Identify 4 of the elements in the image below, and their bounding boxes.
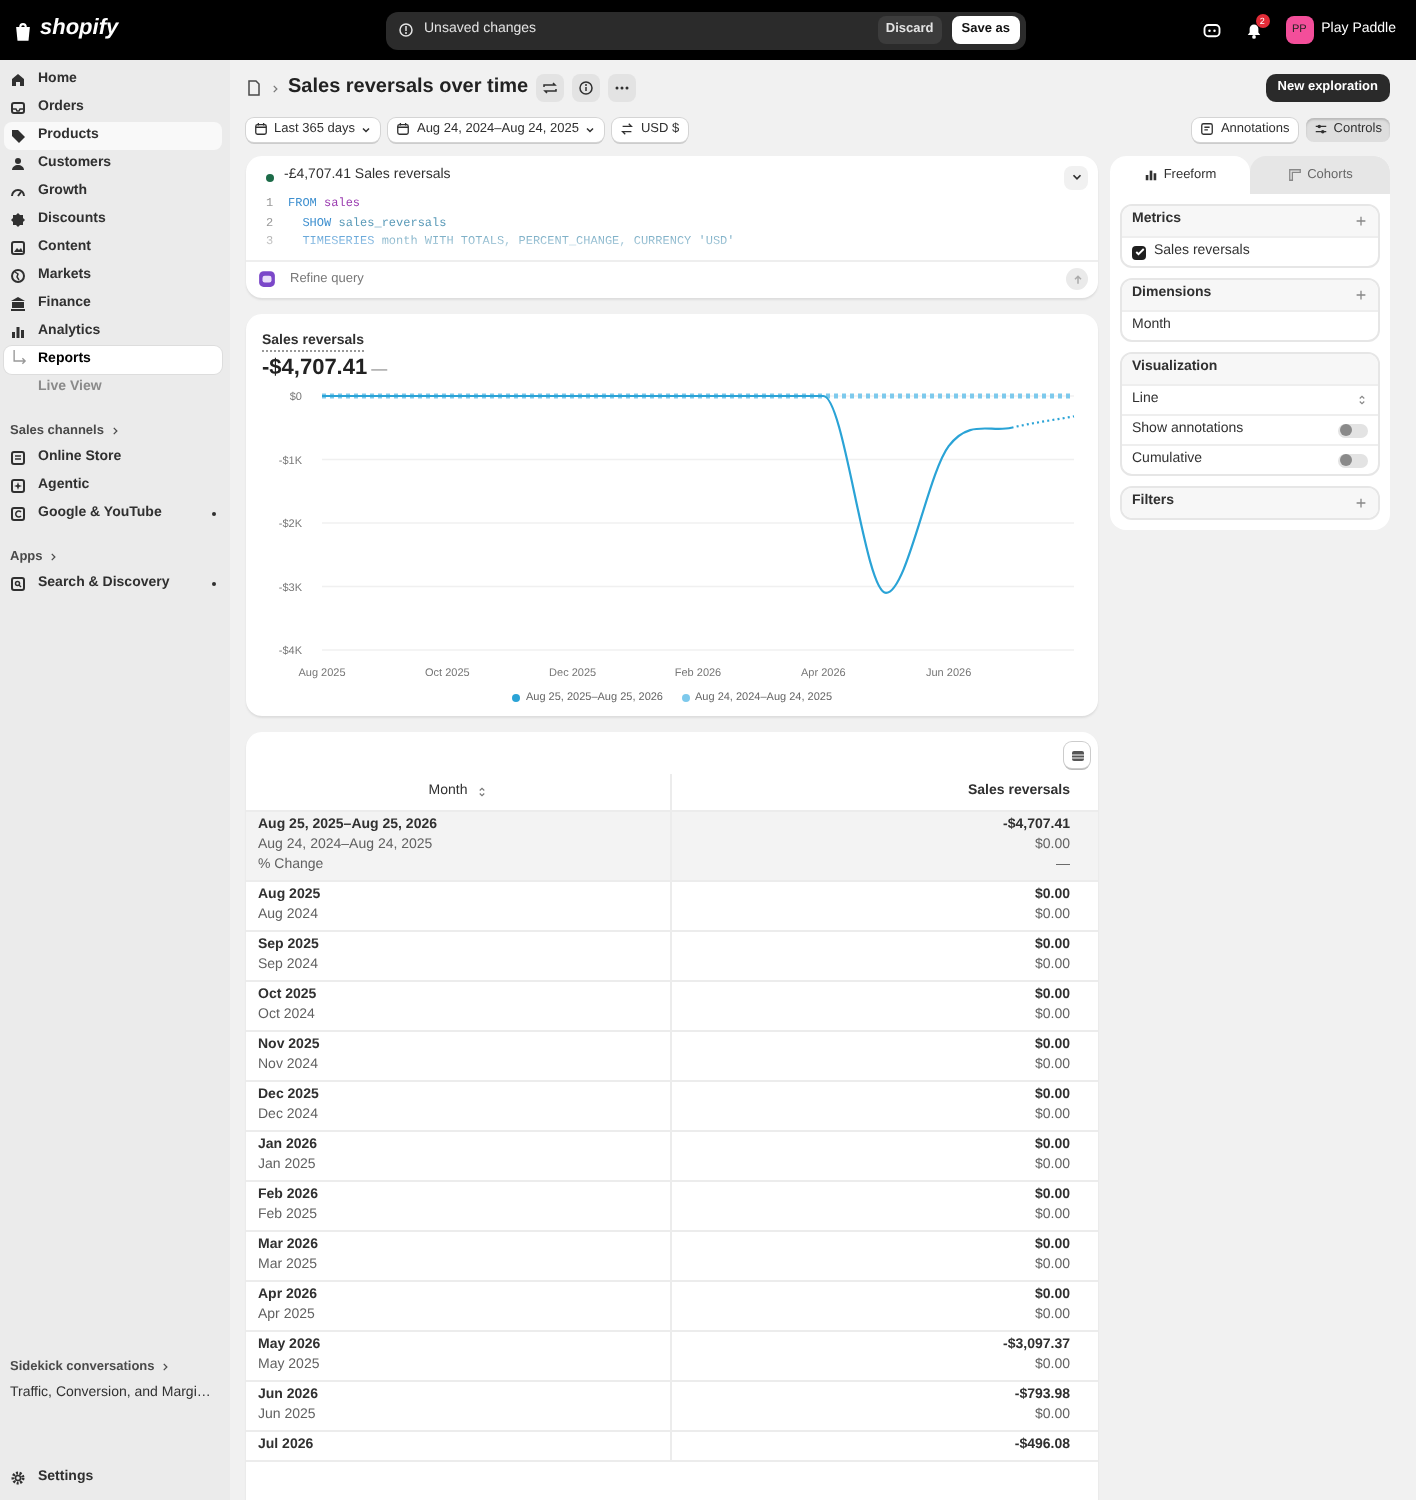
logo-text: shopify (40, 16, 119, 44)
metric-change: — (371, 360, 388, 380)
page-title: Sales reversals over time (288, 76, 529, 100)
metric-total: -$4,707.41 (262, 356, 368, 384)
